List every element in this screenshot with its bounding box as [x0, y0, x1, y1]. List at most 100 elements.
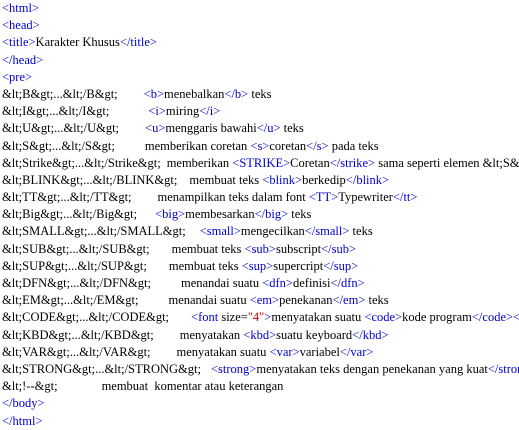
code-text: variabel [299, 344, 340, 359]
code-line: &lt;SMALL&gt;...&lt;/SMALL&gt; <small>men… [2, 223, 519, 240]
code-entity: &lt;SUB&gt;...&lt;/SUB&gt; [2, 241, 150, 256]
code-entity: &lt;Big&gt;...&lt;/Big&gt; [2, 207, 138, 222]
code-line: <title>Karakter Khusus</title> [2, 34, 519, 51]
code-text: menyatakan [179, 327, 244, 342]
code-tag: </dfn> [330, 276, 365, 290]
code-text: membuat komentar atau keterangan [101, 379, 284, 394]
code-tag: <code> [364, 310, 403, 325]
code-tag: <sup> [241, 258, 274, 273]
code-line: &lt;TT&gt;...&lt;/TT&gt; menampilkan teks… [2, 189, 519, 206]
code-text: menebalkan [164, 86, 225, 101]
code-text: teks [349, 224, 373, 239]
code-line: &lt;Big&gt;...&lt;/Big&gt; <big>membesark… [2, 206, 519, 223]
code-line: &lt;DFN&gt;...&lt;/DFN&gt; menandai suatu… [2, 275, 519, 292]
code-entity: &lt;VAR&gt;...&lt;/VAR&gt; [2, 344, 151, 359]
code-line: &lt;BLINK&gt;...&lt;/BLINK&gt; membuat te… [2, 172, 519, 189]
code-tag: <i> [148, 104, 166, 119]
code-text: membuat teks [171, 241, 245, 256]
code-line: &lt;KBD&gt;...&lt;/KBD&gt; menyatakan <kb… [2, 327, 519, 344]
code-line: &lt;S&gt;...&lt;/S&gt; memberikan coretan… [2, 138, 519, 155]
code-text: coretan [269, 138, 307, 153]
code-tag: </sub> [321, 241, 357, 256]
code-text: Typewriter [338, 190, 393, 205]
code-line: <html> [2, 0, 519, 17]
code-text: suatu keyboard [276, 327, 353, 342]
code-attr-value: "4" [247, 310, 265, 325]
code-text: supercript [273, 258, 324, 273]
code-tag: </strong> [487, 361, 519, 376]
code-entity: &lt;S&gt;...&lt;/S&gt; [2, 138, 115, 153]
code-tag: </var> [339, 344, 374, 359]
code-entity: &lt;KBD&gt;...&lt;/KBD&gt; [2, 327, 154, 342]
code-line: <pre> [2, 69, 519, 86]
code-entity: &lt;CODE&gt;...&lt;/CODE&gt; [2, 310, 170, 325]
code-tag: <s> [250, 138, 270, 153]
code-tag: <small> [199, 224, 241, 239]
code-tag: </blink> [345, 172, 390, 187]
code-text: memberikan [166, 155, 233, 170]
code-text: menandai suatu [180, 276, 263, 290]
code-tag: </small> [304, 224, 350, 239]
code-text: teks [248, 86, 272, 101]
code-text: size= [218, 310, 248, 325]
code-text: sama seperti elemen &lt;S&gt; [375, 155, 519, 170]
code-entity: &lt;Strike&gt;...&lt;/Strike&gt; [2, 155, 161, 170]
code-tag: </title> [119, 35, 157, 50]
code-line: &lt;CODE&gt;...&lt;/CODE&gt; <font size="… [2, 309, 519, 326]
code-line: &lt;B&gt;...&lt;/B&gt; <b>menebalkan</b> … [2, 86, 519, 103]
code-tag: </kbd> [352, 327, 389, 342]
code-tag: <TT> [308, 190, 339, 205]
code-tag: <STRIKE> [232, 155, 291, 170]
code-entity: &lt;SUP&gt;...&lt;/SUP&gt; [2, 258, 147, 273]
code-tag: </s> [306, 138, 329, 153]
code-line: &lt;Strike&gt;...&lt;/Strike&gt; memberik… [2, 155, 519, 172]
code-tag: </em> [332, 293, 366, 308]
code-tag: <font [191, 310, 219, 325]
code-text: pada teks [328, 138, 379, 153]
code-text: teks [365, 293, 389, 308]
code-entity: &lt;EM&gt;...&lt;/EM&gt; [2, 293, 139, 308]
code-text: penekanan [279, 293, 333, 308]
code-tag: </b> [224, 86, 249, 101]
code-tag: </code></font> [471, 310, 519, 325]
code-tag: <kbd> [243, 327, 277, 342]
code-text: menandai suatu [168, 293, 250, 308]
code-tag: <dfn> [262, 276, 293, 290]
code-entity: &lt;B&gt;...&lt;/B&gt; [2, 86, 118, 101]
code-line: </html> [2, 413, 519, 430]
code-line: </body> [2, 395, 519, 412]
code-line: &lt;EM&gt;...&lt;/EM&gt; menandai suatu <… [2, 292, 519, 309]
code-line: &lt;U&gt;...&lt;/U&gt; <u>menggaris bawah… [2, 120, 519, 137]
code-line: &lt;SUB&gt;...&lt;/SUB&gt; membuat teks <… [2, 241, 519, 258]
html-source-listing: <html> <head> <title>Karakter Khusus</titl… [0, 0, 519, 428]
code-text: menyatakan teks dengan penekanan yang ku… [256, 361, 488, 376]
code-text: miring [165, 104, 200, 119]
code-line: &lt;!--&gt; membuat komentar atau keteran… [2, 378, 519, 395]
code-tag: <strong> [210, 361, 257, 376]
code-text: menyatakan suatu [176, 344, 270, 359]
code-tag: <var> [269, 344, 300, 359]
code-tag: </u> [256, 121, 281, 136]
code-line: <head> [2, 17, 519, 34]
code-tag: <html> [2, 1, 40, 15]
code-tag: </html> [2, 413, 43, 428]
code-tag: <em> [249, 293, 280, 308]
code-tag: <sub> [244, 241, 276, 256]
code-text: teks [280, 121, 304, 136]
code-tag: <b> [143, 86, 165, 101]
code-line: &lt;I&gt;...&lt;/I&gt; <i>miring</i> [2, 103, 519, 120]
code-entity: &lt;BLINK&gt;...&lt;/BLINK&gt; [2, 172, 178, 187]
code-tag: </sup> [323, 258, 359, 273]
code-tag: <pre> [2, 69, 33, 84]
code-text: Coretan [290, 155, 330, 170]
code-text: subscript [275, 241, 322, 256]
code-text: menggaris bawahi [165, 121, 257, 136]
code-tag: </tt> [392, 190, 418, 205]
code-text: membuat teks [189, 172, 263, 187]
code-tag: <head> [2, 18, 40, 33]
code-text: menyatakan suatu [271, 310, 365, 325]
code-tag: <u> [145, 121, 166, 136]
code-text: berkedip [302, 172, 346, 187]
code-entity: &lt;SMALL&gt;...&lt;/SMALL&gt; [2, 224, 186, 239]
code-text: Karakter Khusus [35, 35, 120, 50]
